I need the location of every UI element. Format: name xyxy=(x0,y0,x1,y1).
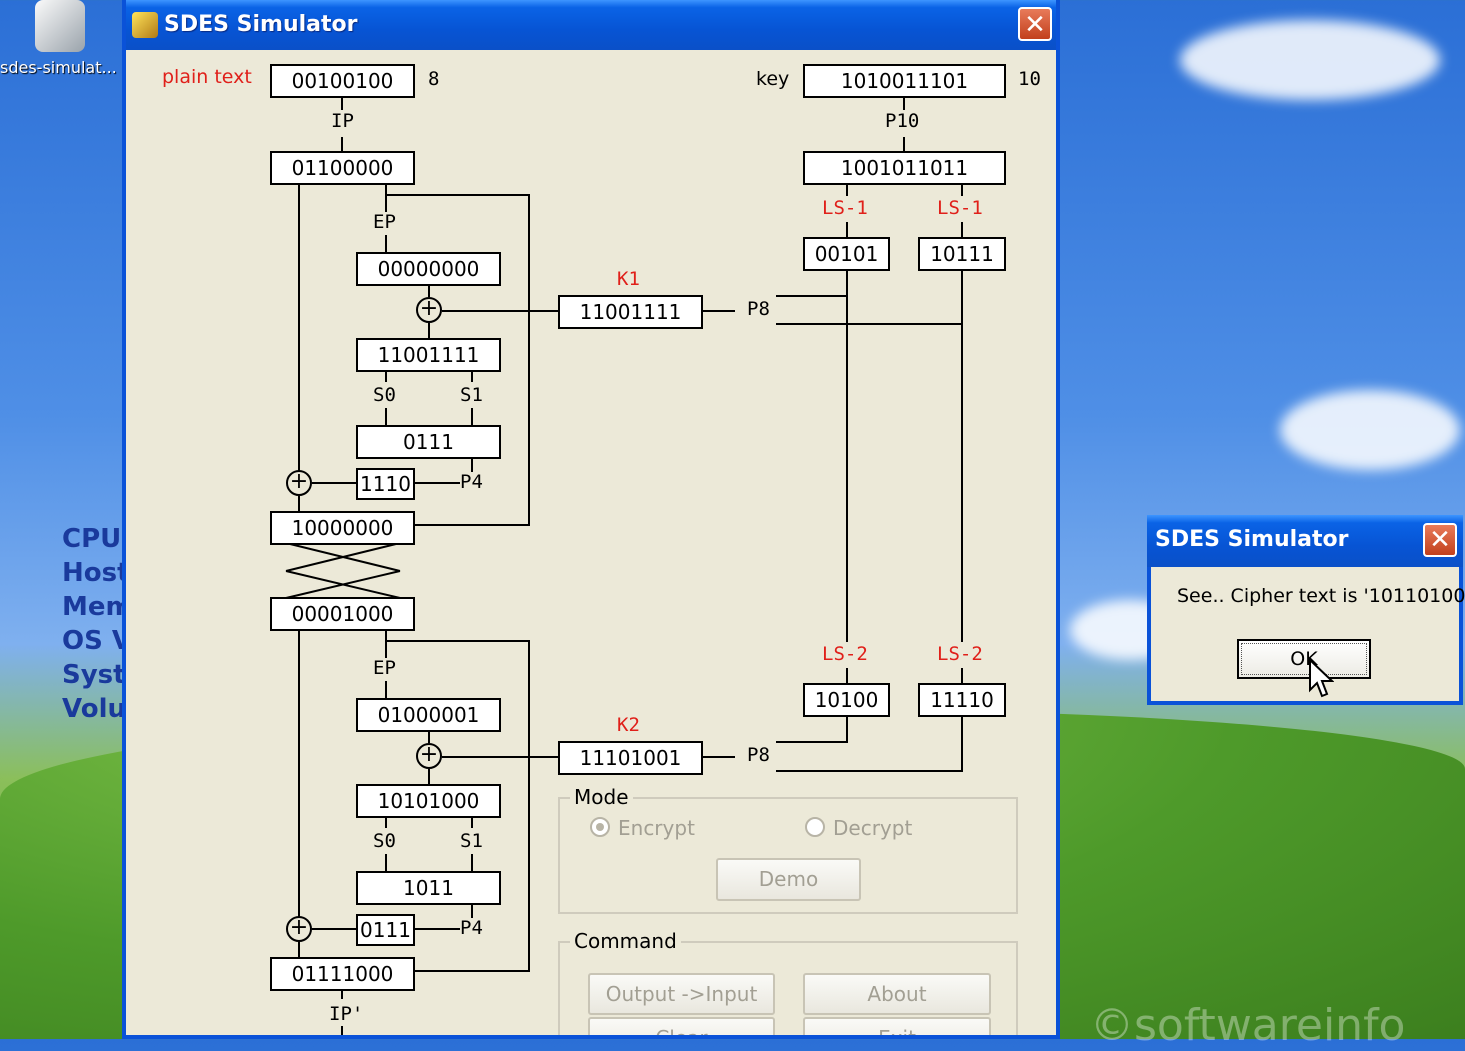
k1-output: 11001111 xyxy=(558,295,703,329)
s0-label: S0 xyxy=(373,830,396,852)
ls1-label-left: LS-1 xyxy=(822,197,868,219)
sdes-simulator-window: SDES Simulator ✕ plain text 00100100 8 k… xyxy=(122,0,1060,1039)
dialog-close-button[interactable]: ✕ xyxy=(1423,523,1457,557)
xor-symbol: + xyxy=(416,297,442,323)
bginfo-line: Mem xyxy=(62,592,122,622)
ip-output: 01100000 xyxy=(270,151,415,185)
demo-button[interactable]: Demo xyxy=(716,858,861,901)
s1-label: S1 xyxy=(460,384,483,406)
xor2-output: 10101000 xyxy=(356,784,501,818)
mode-group-title: Mode xyxy=(570,785,633,809)
bginfo-line: OS V xyxy=(62,626,122,656)
dialog-message: See.. Cipher text is '10110100' xyxy=(1177,585,1465,607)
p4-1-output: 1110 xyxy=(356,468,415,500)
ls2-label-right: LS-2 xyxy=(937,643,983,665)
bginfo-text: CPU Host Mem OS V Syst Volu xyxy=(62,522,122,726)
ls2-left-output: 10100 xyxy=(803,683,890,717)
key-length: 10 xyxy=(1018,68,1041,90)
ls2-label-left: LS-2 xyxy=(822,643,868,665)
about-button[interactable]: About xyxy=(803,973,991,1015)
dialog-titlebar[interactable]: SDES Simulator ✕ xyxy=(1147,515,1463,567)
bginfo-line: Host xyxy=(62,558,122,588)
sbox2-output: 1011 xyxy=(356,871,501,905)
result-dialog: SDES Simulator ✕ See.. Cipher text is '1… xyxy=(1147,515,1465,705)
command-group-title: Command xyxy=(570,929,681,953)
radio-selected-icon xyxy=(590,817,610,837)
k2-label: K2 xyxy=(617,714,640,736)
plaintext-input[interactable]: 00100100 xyxy=(270,64,415,98)
s1-label: S1 xyxy=(460,830,483,852)
plaintext-length: 8 xyxy=(428,68,440,90)
s0-label: S0 xyxy=(373,384,396,406)
clear-button[interactable]: Clear xyxy=(588,1017,775,1035)
plaintext-label: plain text xyxy=(162,66,252,88)
swap-output: 00001000 xyxy=(270,597,415,631)
ep1-output: 00000000 xyxy=(356,252,501,286)
mouse-cursor-icon xyxy=(1309,658,1334,698)
ep2-output: 01000001 xyxy=(356,698,501,732)
encrypt-radio[interactable]: Encrypt xyxy=(590,816,695,840)
round2-output: 01111000 xyxy=(270,957,415,991)
k2-output: 11101001 xyxy=(558,741,703,775)
ls1-right-output: 10111 xyxy=(918,237,1006,271)
ip-inverse-label: IP' xyxy=(329,1003,364,1025)
ok-button[interactable]: OK xyxy=(1237,639,1371,679)
ls1-left-output: 00101 xyxy=(803,237,890,271)
watermark: ©softwareinfo xyxy=(1090,1000,1406,1051)
round1-output: 10000000 xyxy=(270,511,415,545)
decrypt-label: Decrypt xyxy=(833,816,913,840)
decrypt-radio[interactable]: Decrypt xyxy=(805,816,912,840)
p4-label: P4 xyxy=(460,917,483,939)
xor1-output: 11001111 xyxy=(356,338,501,372)
dialog-title: SDES Simulator xyxy=(1155,527,1349,552)
k1-label: K1 xyxy=(617,268,640,290)
ip-label: IP xyxy=(331,110,354,132)
xor-symbol: + xyxy=(286,916,312,942)
p4-label: P4 xyxy=(460,471,483,493)
xor-symbol: + xyxy=(286,470,312,496)
encrypt-label: Encrypt xyxy=(618,816,695,840)
ls2-right-output: 11110 xyxy=(918,683,1006,717)
xor-symbol: + xyxy=(416,743,442,769)
key-label: key xyxy=(756,68,790,90)
desktop-icon-label: sdes-simulat... xyxy=(0,58,117,77)
key-input[interactable]: 1010011101 xyxy=(803,64,1006,98)
p10-label: P10 xyxy=(885,110,920,132)
swap-cross xyxy=(285,543,401,599)
bginfo-line: CPU xyxy=(62,524,122,554)
bginfo-line: Volu xyxy=(62,694,122,724)
p10-output: 1001011011 xyxy=(803,151,1006,185)
ls1-label-right: LS-1 xyxy=(937,197,983,219)
p8-label: P8 xyxy=(747,298,770,320)
ep-label: EP xyxy=(373,211,396,233)
program-icon xyxy=(35,0,85,52)
exit-button[interactable]: Exit xyxy=(803,1017,991,1035)
radio-empty-icon xyxy=(805,817,825,837)
output-to-input-button[interactable]: Output ->Input xyxy=(588,973,775,1015)
p8-label: P8 xyxy=(747,744,770,766)
desktop-icon-sdes-simulator[interactable]: sdes-simulat... xyxy=(0,0,120,77)
sbox1-output: 0111 xyxy=(356,425,501,459)
sdes-diagram: plain text 00100100 8 key 1010011101 10 … xyxy=(126,0,1056,1035)
ep-label: EP xyxy=(373,657,396,679)
bginfo-line: Syst xyxy=(62,660,122,690)
p4-2-output: 0111 xyxy=(356,914,415,946)
